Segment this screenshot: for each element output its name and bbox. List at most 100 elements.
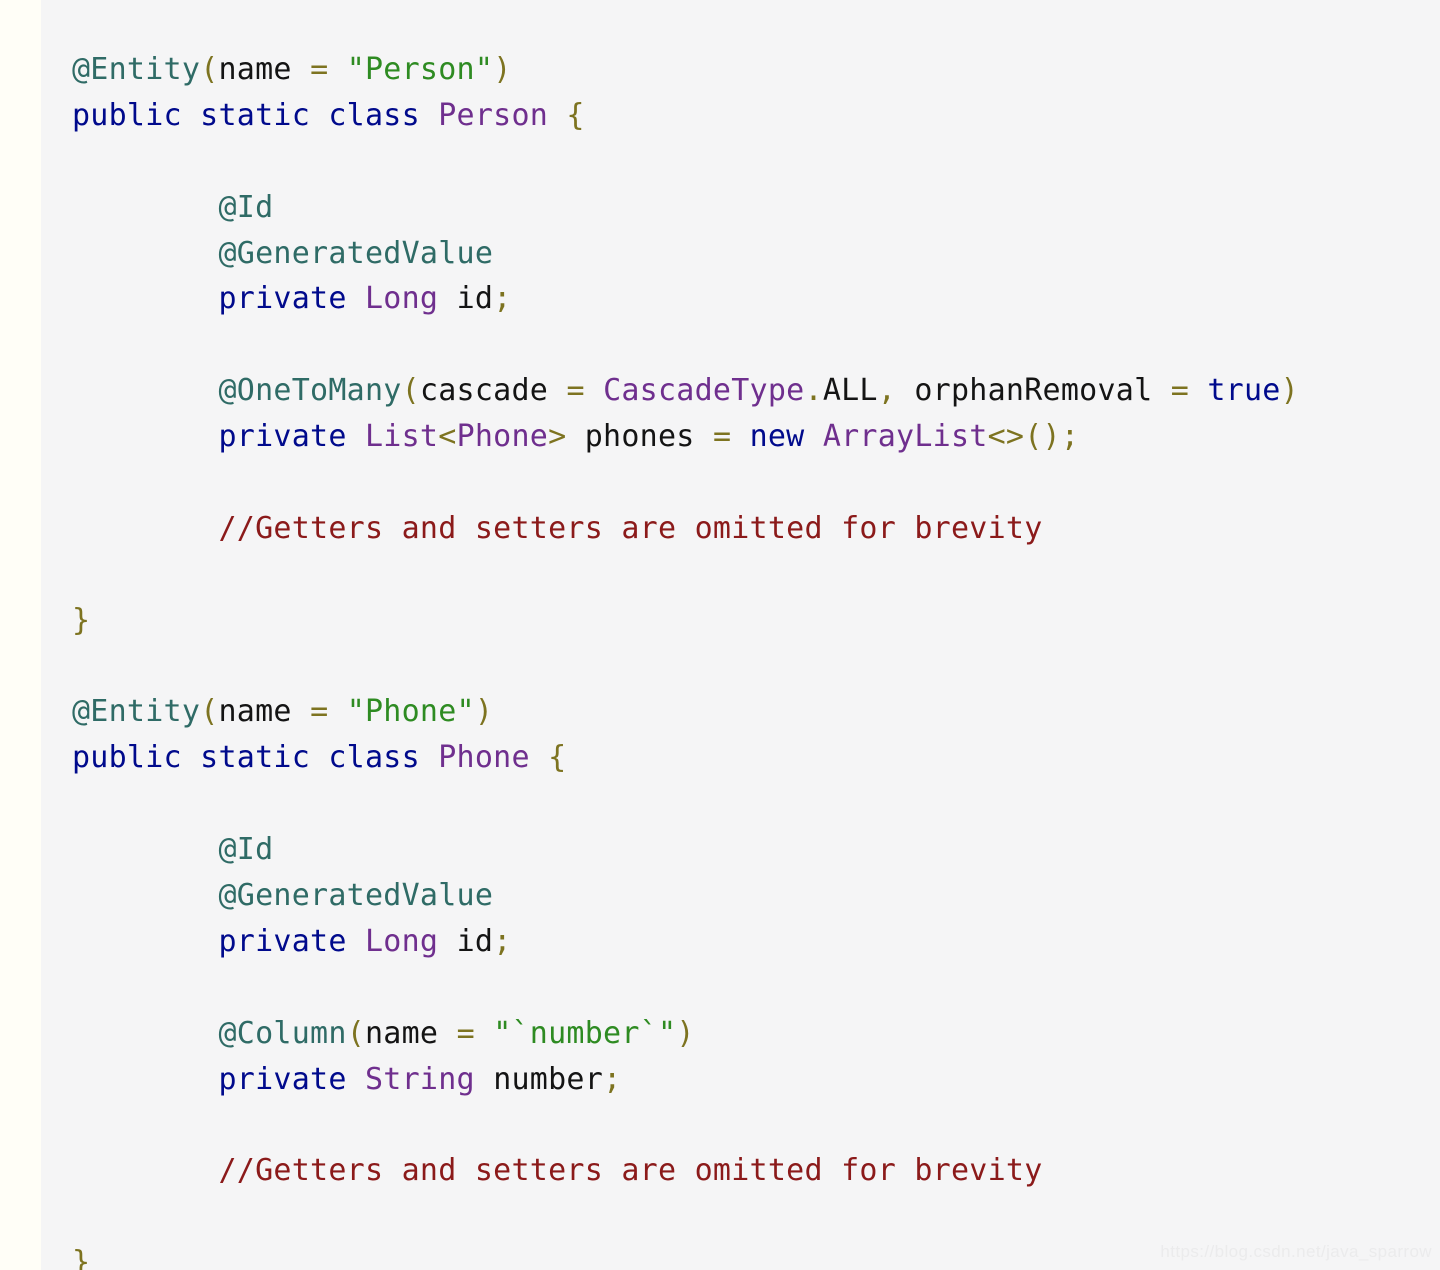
code-token-punc: =	[566, 373, 585, 409]
code-token-type: List	[365, 419, 439, 455]
code-token-kw: private	[218, 281, 347, 317]
code-token-str: "Person"	[346, 52, 494, 87]
code-line: @OneToMany(cascade = CascadeType.ALL, or…	[72, 368, 1440, 414]
code-line: private List<Phone> phones = new ArrayLi…	[72, 414, 1440, 460]
code-token-punc: ,	[877, 373, 897, 409]
code-token-plain: name	[218, 694, 292, 730]
code-token-ann: @Id	[218, 832, 274, 868]
code-token-ann: @GeneratedValue	[218, 878, 494, 914]
code-token-str: "Phone"	[346, 694, 475, 730]
code-line: private Long id;	[72, 276, 1440, 322]
code-token-punc: <	[438, 419, 457, 455]
code-token-kw: new	[749, 419, 805, 455]
code-token-plain: name	[218, 52, 292, 87]
code-token-punc: ;	[493, 923, 512, 959]
code-token-ann: @Entity	[72, 52, 201, 87]
code-line: //Getters and setters are omitted for br…	[72, 506, 1440, 552]
code-token-plain: number	[493, 1061, 604, 1097]
code-token-punc: =	[712, 419, 732, 455]
code-token-kw: private	[218, 419, 347, 455]
code-token-plain: id	[456, 281, 494, 317]
code-line: @Column(name = "`number`")	[72, 1011, 1440, 1057]
code-token-type: Person	[438, 97, 549, 133]
code-token-plain: id	[456, 923, 494, 959]
code-listing[interactable]: @Entity(name = "Person") public static cl…	[72, 47, 1440, 1270]
code-token-comment: //Getters and setters are omitted for br…	[218, 510, 1043, 546]
code-token-punc: =	[456, 1015, 475, 1051]
code-line: @Id	[72, 827, 1440, 873]
code-token-punc: {	[566, 97, 585, 133]
code-line: }	[72, 598, 1440, 644]
code-token-punc: )	[676, 1015, 695, 1051]
code-token-punc: (	[401, 373, 420, 409]
code-line: @Entity(name = "Phone")	[72, 689, 1440, 735]
code-token-plain: orphanRemoval	[914, 373, 1153, 409]
code-token-punc: (	[200, 52, 219, 87]
code-line: @GeneratedValue	[72, 873, 1440, 919]
code-token-punc: ;	[493, 281, 512, 317]
code-token-plain: phones	[584, 419, 695, 455]
code-token-punc: (	[346, 1015, 365, 1051]
code-line: private Long id;	[72, 919, 1440, 965]
code-token-ann: @Column	[218, 1015, 347, 1051]
code-token-kw: private	[218, 1061, 347, 1097]
code-line: @Id	[72, 185, 1440, 231]
code-token-comment: //Getters and setters are omitted for br…	[218, 1153, 1043, 1189]
code-token-punc: )	[474, 694, 494, 730]
code-token-type: ArrayList	[822, 419, 988, 455]
code-token-type: Long	[365, 281, 439, 317]
code-token-punc: (	[200, 694, 219, 730]
code-screenshot: @Entity(name = "Person") public static cl…	[0, 0, 1440, 1270]
code-token-punc: )	[493, 52, 512, 87]
code-token-ann: @OneToMany	[218, 373, 402, 409]
code-line: public static class Person {	[72, 93, 1440, 139]
code-line: public static class Phone {	[72, 735, 1440, 781]
code-token-punc: .	[804, 373, 823, 409]
code-token-punc: ;	[603, 1061, 622, 1097]
code-token-plain: cascade	[419, 373, 549, 409]
code-token-plain: ALL	[822, 373, 878, 409]
code-token-kw: public static class	[72, 740, 420, 776]
code-token-type: Long	[365, 923, 439, 959]
code-pane[interactable]: @Entity(name = "Person") public static cl…	[41, 0, 1440, 1270]
code-token-type: Phone	[456, 419, 549, 455]
code-token-punc: <>();	[987, 419, 1080, 455]
code-token-type: String	[365, 1061, 475, 1097]
code-token-punc: =	[1170, 373, 1190, 409]
